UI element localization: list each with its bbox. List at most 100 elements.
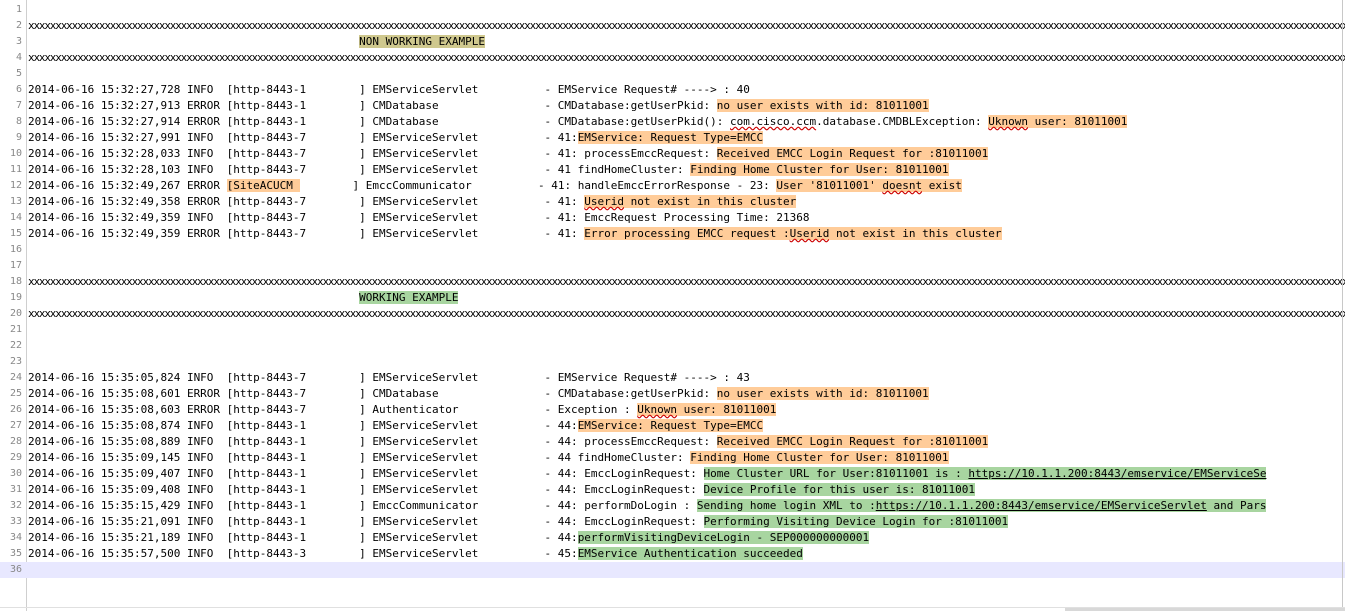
line-number: 30	[9, 468, 22, 479]
line-number: 7	[15, 100, 22, 111]
current-line[interactable]: 36	[0, 562, 1345, 578]
editor-line[interactable]: 16	[0, 242, 1345, 258]
line-number: 27	[9, 420, 22, 431]
editor-line[interactable]: 29 2014-06-16 15:35:09,145 INFO [http-844…	[0, 450, 1345, 466]
editor-line[interactable]: 12 2014-06-16 15:32:49,267 ERROR [SiteACU…	[0, 178, 1345, 194]
orange-highlight: Userid	[584, 195, 625, 208]
orange-highlight: not exist in this cluster	[624, 195, 797, 208]
line-number: 8	[15, 116, 22, 127]
log-text: 2014-06-16 15:32:49,358 ERROR [http-8443…	[28, 195, 585, 208]
editor-line[interactable]: 3 NON WORKING EXAMPLE	[0, 34, 1345, 50]
log-text: 2014-06-16 15:35:08,601 ERROR [http-8443…	[28, 387, 717, 400]
editor-line[interactable]: 11 2014-06-16 15:32:28,103 INFO [http-844…	[0, 162, 1345, 178]
line-number: 4	[15, 52, 22, 63]
green-highlight[interactable]: https://10.1.1.200:8443/emservice/EMServ…	[875, 499, 1207, 512]
log-text: xxxxxxxxxxxxxxxxxxxxxxxxxxxxxxxxxxxxxxxx…	[28, 51, 1345, 64]
line-number: 29	[9, 452, 22, 463]
line-text: 2014-06-16 15:35:57,500 INFO [http-8443-…	[28, 546, 803, 562]
editor-line[interactable]: 31 2014-06-16 15:35:09,408 INFO [http-844…	[0, 482, 1345, 498]
line-text: 2014-06-16 15:35:09,408 INFO [http-8443-…	[28, 482, 976, 498]
editor-line[interactable]: 32 2014-06-16 15:35:15,429 INFO [http-844…	[0, 498, 1345, 514]
editor-line[interactable]: 5	[0, 66, 1345, 82]
title-highlight: NON WORKING EXAMPLE	[359, 35, 485, 48]
editor-line[interactable]: 20 xxxxxxxxxxxxxxxxxxxxxxxxxxxxxxxxxxxxxx…	[0, 306, 1345, 322]
log-text: 2014-06-16 15:35:09,408 INFO [http-8443-…	[28, 483, 704, 496]
editor-line[interactable]: 35 2014-06-16 15:35:57,500 INFO [http-844…	[0, 546, 1345, 562]
line-text: 2014-06-16 15:35:08,603 ERROR [http-8443…	[28, 402, 777, 418]
log-text: 2014-06-16 15:35:08,603 ERROR [http-8443…	[28, 403, 638, 416]
line-text: 2014-06-16 15:35:21,091 INFO [http-8443-…	[28, 514, 1009, 530]
editor-line[interactable]: 15 2014-06-16 15:32:49,359 ERROR [http-84…	[0, 226, 1345, 242]
line-number: 33	[9, 516, 22, 527]
editor-line[interactable]: 27 2014-06-16 15:35:08,874 INFO [http-844…	[0, 418, 1345, 434]
line-text: 2014-06-16 15:32:28,103 INFO [http-8443-…	[28, 162, 949, 178]
editor-line[interactable]: 26 2014-06-16 15:35:08,603 ERROR [http-84…	[0, 402, 1345, 418]
orange-highlight: Userid	[789, 227, 830, 240]
green-highlight: WORKING EXAMPLE	[359, 291, 459, 304]
text-editor[interactable]: 1 2 xxxxxxxxxxxxxxxxxxxxxxxxxxxxxxxxxxxxxx…	[0, 0, 1345, 611]
line-number: 22	[9, 340, 22, 351]
line-text: 2014-06-16 15:32:49,359 ERROR [http-8443…	[28, 226, 1002, 242]
orange-highlight: EMService: Request Type=EMCC	[577, 419, 764, 432]
log-text: xxxxxxxxxxxxxxxxxxxxxxxxxxxxxxxxxxxxxxxx…	[28, 275, 1345, 288]
line-text: 2014-06-16 15:32:27,728 INFO [http-8443-…	[28, 82, 750, 98]
log-text: 2014-06-16 15:32:27,991 INFO [http-8443-…	[28, 131, 578, 144]
line-text: 2014-06-16 15:35:21,189 INFO [http-8443-…	[28, 530, 870, 546]
line-number: 5	[15, 68, 22, 79]
line-text: 2014-06-16 15:32:27,991 INFO [http-8443-…	[28, 130, 764, 146]
editor-line[interactable]: 13 2014-06-16 15:32:49,358 ERROR [http-84…	[0, 194, 1345, 210]
log-text: 2014-06-16 15:35:21,189 INFO [http-8443-…	[28, 531, 578, 544]
green-highlight: and Pars	[1206, 499, 1267, 512]
editor-line[interactable]: 9 2014-06-16 15:32:27,991 INFO [http-8443…	[0, 130, 1345, 146]
editor-line[interactable]: 8 2014-06-16 15:32:27,914 ERROR [http-844…	[0, 114, 1345, 130]
editor-line[interactable]: 18 xxxxxxxxxxxxxxxxxxxxxxxxxxxxxxxxxxxxxx…	[0, 274, 1345, 290]
editor-line[interactable]: 4 xxxxxxxxxxxxxxxxxxxxxxxxxxxxxxxxxxxxxxx…	[0, 50, 1345, 66]
line-number: 26	[9, 404, 22, 415]
line-number: 17	[9, 260, 22, 271]
editor-line[interactable]: 23	[0, 354, 1345, 370]
editor-line[interactable]: 28 2014-06-16 15:35:08,889 INFO [http-844…	[0, 434, 1345, 450]
log-text: 2014-06-16 15:32:27,728 INFO [http-8443-…	[28, 83, 750, 96]
editor-line[interactable]: 7 2014-06-16 15:32:27,913 ERROR [http-844…	[0, 98, 1345, 114]
log-text: 2014-06-16 15:35:57,500 INFO [http-8443-…	[28, 547, 578, 560]
editor-line[interactable]: 10 2014-06-16 15:32:28,033 INFO [http-844…	[0, 146, 1345, 162]
editor-line[interactable]: 17	[0, 258, 1345, 274]
editor-line[interactable]: 24 2014-06-16 15:35:05,824 INFO [http-844…	[0, 370, 1345, 386]
line-text: 2014-06-16 15:35:08,889 INFO [http-8443-…	[28, 434, 989, 450]
editor-line[interactable]: 19 WORKING EXAMPLE	[0, 290, 1345, 306]
line-text: 2014-06-16 15:35:08,874 INFO [http-8443-…	[28, 418, 764, 434]
line-number: 2	[15, 20, 22, 31]
log-text: 2014-06-16 15:35:21,091 INFO [http-8443-…	[28, 515, 704, 528]
orange-highlight: doesnt	[882, 179, 923, 192]
editor-line[interactable]: 22	[0, 338, 1345, 354]
editor-content[interactable]: 1 2 xxxxxxxxxxxxxxxxxxxxxxxxxxxxxxxxxxxxxx…	[0, 2, 1345, 578]
editor-line[interactable]: 33 2014-06-16 15:35:21,091 INFO [http-844…	[0, 514, 1345, 530]
line-number: 34	[9, 532, 22, 543]
line-text: WORKING EXAMPLE	[28, 290, 459, 306]
editor-line[interactable]: 1	[0, 2, 1345, 18]
editor-line[interactable]: 6 2014-06-16 15:32:27,728 INFO [http-8443…	[0, 82, 1345, 98]
line-number: 12	[9, 180, 22, 191]
line-number: 6	[15, 84, 22, 95]
line-text: 2014-06-16 15:35:09,145 INFO [http-8443-…	[28, 450, 949, 466]
line-number: 15	[9, 228, 22, 239]
line-number: 21	[9, 324, 22, 335]
line-text: 2014-06-16 15:32:49,267 ERROR [SiteACUCM…	[28, 178, 962, 194]
log-text: 2014-06-16 15:32:27,913 ERROR [http-8443…	[28, 99, 717, 112]
editor-line[interactable]: 14 2014-06-16 15:32:49,359 INFO [http-844…	[0, 210, 1345, 226]
orange-highlight: Finding Home Cluster for User: 81011001	[690, 163, 949, 176]
editor-line[interactable]: 30 2014-06-16 15:35:09,407 INFO [http-844…	[0, 466, 1345, 482]
editor-line[interactable]: 21	[0, 322, 1345, 338]
orange-highlight: [SiteACUCM	[226, 179, 300, 192]
green-highlight: Performing Visiting Device Login for :81…	[703, 515, 1009, 528]
editor-line[interactable]: 34 2014-06-16 15:35:21,189 INFO [http-844…	[0, 530, 1345, 546]
separator-line-text: xxxxxxxxxxxxxxxxxxxxxxxxxxxxxxxxxxxxxxxx…	[28, 18, 1345, 34]
line-number: 20	[9, 308, 22, 319]
editor-line[interactable]: 2 xxxxxxxxxxxxxxxxxxxxxxxxxxxxxxxxxxxxxxx…	[0, 18, 1345, 34]
green-highlight[interactable]: https://10.1.1.200:8443/emservice/EMServ…	[968, 467, 1267, 480]
separator-line-text: xxxxxxxxxxxxxxxxxxxxxxxxxxxxxxxxxxxxxxxx…	[28, 50, 1345, 66]
line-number: 16	[9, 244, 22, 255]
editor-line[interactable]: 25 2014-06-16 15:35:08,601 ERROR [http-84…	[0, 386, 1345, 402]
orange-highlight: Uknown	[637, 403, 678, 416]
log-text: 2014-06-16 15:35:08,889 INFO [http-8443-…	[28, 435, 717, 448]
